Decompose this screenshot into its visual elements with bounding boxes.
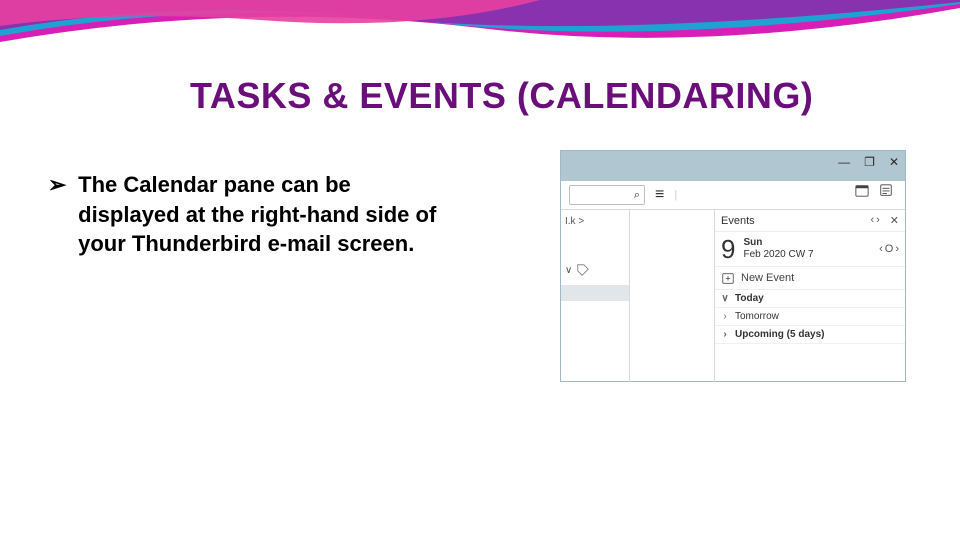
new-event-button[interactable]: New Event	[715, 267, 905, 290]
toolbar-separator: |	[674, 189, 677, 201]
section-upcoming-label: Upcoming (5 days)	[735, 329, 824, 340]
day-today-icon[interactable]: O	[885, 243, 894, 255]
day-next-icon[interactable]: ›	[895, 243, 899, 255]
toolbar: ⌕ ≡ |	[561, 181, 905, 210]
events-pane: Events ‹ › ✕ 9 Sun Feb 2020 CW 7	[715, 210, 905, 382]
events-label: Events	[721, 215, 755, 227]
chevron-down-icon: ∨	[565, 265, 572, 276]
calendar-icon[interactable]	[855, 183, 869, 197]
section-today-label: Today	[735, 293, 764, 304]
chevron-down-icon: ∨	[721, 293, 729, 304]
day-of-week: Sun	[743, 237, 813, 250]
tasks-icon[interactable]	[879, 183, 893, 197]
window-close-icon[interactable]: ✕	[889, 155, 899, 169]
hamburger-menu-icon[interactable]: ≡	[655, 187, 664, 203]
main-area: I.k > ∨ Events ‹ ›	[561, 210, 905, 382]
bullet-item: ➢ The Calendar pane can be displayed at …	[48, 170, 443, 259]
bullet-text: The Calendar pane can be displayed at th…	[78, 170, 438, 259]
events-next-icon[interactable]: ›	[876, 214, 880, 227]
day-row: 9 Sun Feb 2020 CW 7 ‹ O ›	[715, 232, 905, 267]
section-today[interactable]: ∨ Today	[715, 290, 905, 308]
chevron-right-icon: ›	[721, 329, 729, 340]
left-caret-row[interactable]: ∨	[565, 263, 625, 277]
bullet-marker: ➢	[48, 170, 72, 200]
section-tomorrow-label: Tomorrow	[735, 311, 779, 322]
search-input[interactable]: ⌕	[569, 185, 645, 205]
window-minimize-icon[interactable]: —	[838, 155, 850, 169]
header-ribbon	[0, 0, 960, 45]
section-tomorrow[interactable]: › Tomorrow	[715, 308, 905, 326]
section-upcoming[interactable]: › Upcoming (5 days)	[715, 326, 905, 344]
search-icon: ⌕	[634, 189, 640, 202]
left-bar	[561, 285, 629, 301]
window-titlebar: — ❐ ✕	[561, 151, 905, 181]
new-event-icon	[721, 271, 735, 285]
content-gap	[630, 210, 715, 382]
address-crumb[interactable]: I.k >	[565, 216, 625, 227]
label-icon	[576, 263, 590, 277]
calendar-pane-screenshot: — ❐ ✕ ⌕ ≡ | I.k >	[560, 150, 906, 382]
events-header: Events ‹ › ✕	[715, 210, 905, 232]
left-strip: I.k > ∨	[561, 210, 630, 382]
new-event-label: New Event	[741, 272, 794, 284]
events-close-icon[interactable]: ✕	[890, 214, 899, 227]
slide: TASKS & EVENTS (CALENDARING) ➢ The Calen…	[0, 0, 960, 540]
day-subtext: Feb 2020 CW 7	[743, 249, 813, 262]
titlebar-app-icons	[855, 183, 893, 197]
window-controls: — ❐ ✕	[838, 155, 899, 169]
day-prev-icon[interactable]: ‹	[879, 243, 883, 255]
day-number: 9	[721, 236, 735, 262]
chevron-right-icon: ›	[721, 311, 729, 322]
window-restore-icon[interactable]: ❐	[864, 155, 875, 169]
slide-title: TASKS & EVENTS (CALENDARING)	[190, 75, 920, 117]
events-prev-icon[interactable]: ‹	[870, 214, 874, 227]
